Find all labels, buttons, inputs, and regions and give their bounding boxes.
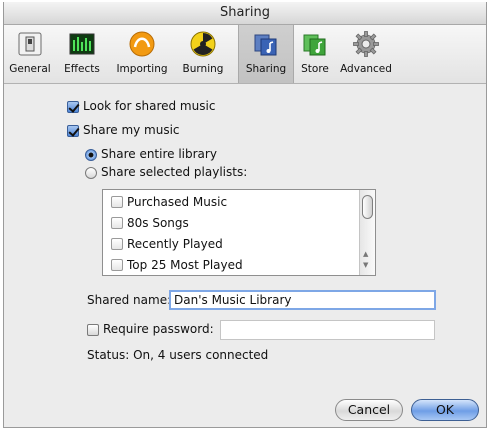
tab-sharing[interactable]: Sharing [238, 25, 294, 83]
share-entire-library-radio[interactable] [85, 149, 97, 161]
status-text: Status: On, 4 users connected [87, 348, 269, 362]
share-my-music-checkbox[interactable] [67, 125, 79, 137]
share-selected-playlists-label: Share selected playlists: [101, 165, 248, 179]
store-icon [303, 34, 326, 56]
list-item[interactable]: Recently Played [103, 234, 357, 254]
preferences-window: Sharing General Effects Importing Burnin… [3, 2, 487, 428]
require-password-checkbox[interactable] [87, 324, 99, 336]
tab-advanced[interactable]: Advanced [336, 25, 396, 83]
playlist-label: 80s Songs [127, 216, 189, 230]
scrollbar-thumb[interactable] [362, 195, 373, 219]
tab-general[interactable]: General [8, 25, 52, 83]
tab-general-label: General [9, 63, 51, 75]
scroll-down-arrow-icon[interactable]: ▼ [363, 261, 368, 269]
tab-importing[interactable]: Importing [110, 25, 174, 83]
playlist-label: Purchased Music [127, 195, 228, 209]
playlist-label: Recently Played [127, 237, 223, 251]
scroll-up-arrow-icon[interactable]: ▲ [363, 250, 368, 258]
playlist-checkbox[interactable] [111, 259, 123, 271]
list-item[interactable]: 80s Songs [103, 213, 357, 233]
look-for-shared-checkbox[interactable] [67, 101, 79, 113]
tab-burning[interactable]: Burning [176, 25, 230, 83]
playlist-checkbox[interactable] [111, 238, 123, 250]
tab-importing-label: Importing [116, 63, 168, 75]
importing-icon [129, 31, 155, 57]
burning-icon [190, 31, 216, 57]
share-my-music-label: Share my music [83, 123, 180, 137]
gear-icon [353, 31, 379, 57]
password-field[interactable] [220, 320, 435, 340]
shared-name-label: Shared name: [87, 293, 172, 307]
list-item[interactable]: Top 25 Most Played [103, 255, 357, 275]
playlist-checkbox[interactable] [111, 217, 123, 229]
share-selected-playlists-radio[interactable] [85, 167, 97, 179]
tab-burning-label: Burning [182, 63, 224, 75]
ok-button[interactable]: OK [411, 399, 479, 421]
shared-name-field[interactable]: Dan's Music Library [169, 290, 436, 310]
share-entire-library-label: Share entire library [101, 147, 217, 161]
playlist-label: Top 25 Most Played [127, 258, 243, 272]
tab-advanced-label: Advanced [340, 63, 392, 75]
tab-sharing-label: Sharing [245, 63, 287, 75]
sharing-icon [254, 34, 277, 56]
tab-effects-label: Effects [64, 63, 100, 75]
playlist-checkbox[interactable] [111, 196, 123, 208]
look-for-shared-label: Look for shared music [83, 99, 216, 113]
switch-icon [18, 32, 42, 56]
tab-store-label: Store [301, 63, 329, 75]
window-title: Sharing [4, 2, 486, 25]
cancel-button[interactable]: Cancel [335, 399, 403, 421]
equalizer-icon [69, 33, 95, 55]
playlists-list[interactable]: Purchased Music 80s Songs Recently Playe… [102, 189, 376, 276]
require-password-label: Require password: [103, 322, 214, 336]
list-scrollbar[interactable]: ▲ ▼ [359, 190, 375, 275]
preferences-toolbar: General Effects Importing Burning Sharin… [4, 25, 486, 84]
list-item[interactable]: Purchased Music [103, 192, 357, 212]
tab-effects[interactable]: Effects [56, 25, 108, 83]
tab-store[interactable]: Store [296, 25, 334, 83]
